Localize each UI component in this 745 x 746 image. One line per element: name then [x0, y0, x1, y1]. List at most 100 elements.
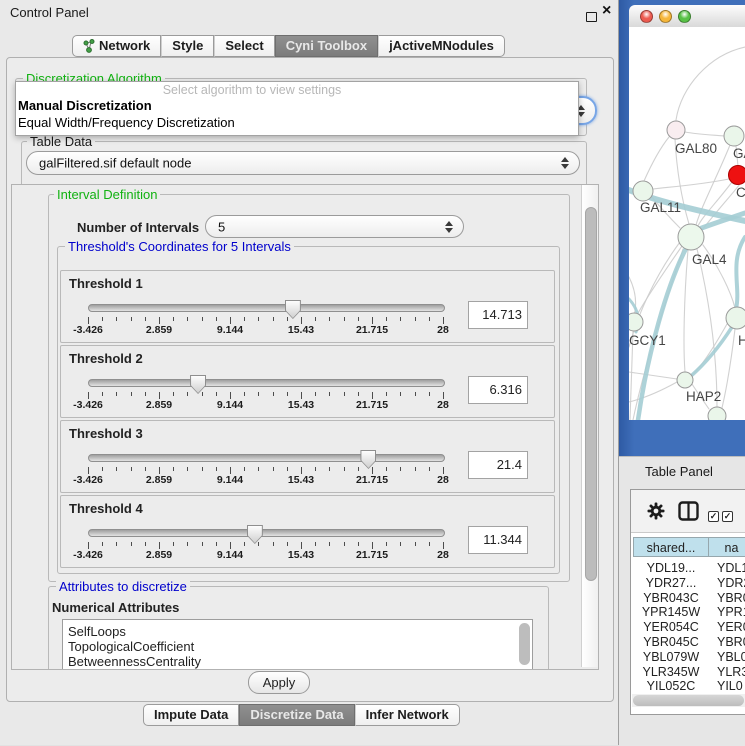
cell-name: YBR0 — [717, 591, 745, 606]
threshold-value-field[interactable]: 14.713 — [468, 301, 528, 329]
table-row[interactable]: YLR345WYLR3 — [633, 665, 745, 680]
algorithm-option[interactable]: Manual Discretization — [16, 98, 578, 115]
table-row[interactable]: YPR145WYPR1 — [633, 605, 745, 620]
bottom-tab-discretize-data[interactable]: Discretize Data — [239, 704, 354, 726]
slider-track[interactable] — [88, 304, 445, 312]
scrollbar-thumb[interactable] — [633, 695, 744, 706]
network-edge[interactable] — [685, 132, 724, 136]
tab-label: Discretize Data — [250, 705, 343, 725]
threshold-value-field[interactable]: 21.4 — [468, 451, 528, 479]
cell-shared-name: YIL052C — [633, 679, 709, 694]
table-row[interactable]: YBR045CYBR0 — [633, 635, 745, 650]
show-columns-checkboxes[interactable]: ✓✓ — [708, 506, 736, 524]
slider-track[interactable] — [88, 379, 445, 387]
slider-tick-label: -3.426 — [73, 549, 103, 561]
table-row[interactable]: YBL079WYBL0 — [633, 650, 745, 665]
attribute-item[interactable]: SelfLoops — [63, 624, 532, 639]
network-node[interactable] — [729, 166, 745, 185]
network-edge[interactable] — [653, 179, 729, 189]
threshold-value-field[interactable]: 11.344 — [468, 526, 528, 554]
network-icon — [83, 39, 95, 53]
network-edge[interactable] — [644, 137, 669, 181]
apply-button[interactable]: Apply — [248, 671, 310, 694]
table-row[interactable]: YDL19...YDL1 — [633, 561, 745, 576]
network-edge-highlighted[interactable] — [736, 237, 745, 309]
network-edge-highlighted[interactable] — [691, 327, 732, 376]
attributes-group-title: Attributes to discretize — [56, 579, 190, 594]
tab-cyni-toolbox[interactable]: Cyni Toolbox — [275, 35, 378, 57]
network-node[interactable] — [726, 307, 745, 329]
close-icon[interactable]: × — [602, 2, 611, 20]
table-row[interactable]: YBR043CYBR0 — [633, 591, 745, 606]
float-window-icon[interactable] — [586, 12, 597, 22]
network-edge[interactable] — [697, 249, 717, 407]
cell-name: YER0 — [717, 620, 745, 635]
slider-track[interactable] — [88, 454, 445, 462]
cell-name: YDR2 — [717, 576, 745, 591]
table-data-group-title: Table Data — [27, 134, 95, 149]
slider-tick-label: 2.859 — [146, 549, 172, 561]
network-edge[interactable] — [629, 372, 677, 379]
cell-shared-name: YBR045C — [633, 635, 709, 650]
numerical-attributes-list[interactable]: SelfLoopsTopologicalCoefficientBetweenne… — [62, 619, 533, 670]
algorithm-option[interactable]: Equal Width/Frequency Discretization — [16, 115, 578, 131]
mac-close-button[interactable] — [640, 10, 653, 23]
table-horizontal-scrollbar[interactable] — [632, 694, 745, 707]
gear-icon[interactable] — [647, 502, 665, 520]
tab-network[interactable]: Network — [72, 35, 161, 57]
network-node[interactable] — [724, 126, 744, 146]
network-canvas[interactable]: GAL80GACGAL11GAL4GCY1HHAP2 — [629, 27, 745, 420]
mac-minimize-button[interactable] — [659, 10, 672, 23]
table-row[interactable]: YER054CYER0 — [633, 620, 745, 635]
slider-tick-label: 15.43 — [288, 324, 314, 336]
table-row[interactable]: YIL052CYIL0 — [633, 679, 745, 694]
network-edge[interactable] — [629, 382, 677, 402]
panel-scrollbar-track[interactable] — [581, 185, 598, 667]
network-node-label: GAL11 — [640, 200, 681, 215]
num-intervals-label: Number of Intervals — [77, 220, 199, 235]
network-node[interactable] — [629, 313, 643, 331]
network-window-titlebar — [629, 5, 745, 28]
split-panel-icon[interactable] — [678, 501, 699, 521]
slider-tick-label: 15.43 — [288, 549, 314, 561]
algorithm-hint-item[interactable]: Select algorithm to view settings — [16, 82, 578, 98]
network-edge[interactable] — [676, 47, 745, 120]
slider-tick-label: 28 — [437, 324, 449, 336]
table-panel-window: Table Panel ✓✓ — [619, 456, 745, 746]
slider-tick-label: 9.144 — [217, 549, 243, 561]
cell-name: YDL1 — [717, 561, 745, 576]
bottom-tab-impute-data[interactable]: Impute Data — [143, 704, 239, 726]
num-intervals-spinner[interactable]: 5 — [205, 215, 464, 238]
bottom-tab-infer-network[interactable]: Infer Network — [355, 704, 460, 726]
threshold-value-field[interactable]: 6.316 — [468, 376, 528, 404]
table-row[interactable]: YDR27...YDR2 — [633, 576, 745, 591]
network-edge[interactable] — [684, 250, 688, 372]
network-node[interactable] — [677, 372, 693, 388]
cell-shared-name: YPR145W — [633, 605, 709, 620]
tab-style[interactable]: Style — [161, 35, 214, 57]
panel-scrollbar-thumb[interactable] — [585, 207, 597, 581]
threshold-label: Threshold 4 — [69, 501, 143, 516]
network-node[interactable] — [678, 224, 704, 250]
column-header-name[interactable]: na — [709, 537, 745, 557]
column-header-shared-name[interactable]: shared... — [633, 537, 709, 557]
attributes-scrollbar[interactable] — [519, 623, 530, 665]
attribute-item[interactable]: TopologicalCoefficient — [63, 639, 532, 654]
network-view-window[interactable]: GAL80GACGAL11GAL4GCY1HHAP2 — [619, 0, 745, 456]
network-node[interactable] — [667, 121, 685, 139]
slider-tick-label: 15.43 — [288, 399, 314, 411]
tab-select[interactable]: Select — [214, 35, 274, 57]
table-data-combobox[interactable]: galFiltered.sif default node — [26, 151, 580, 175]
tab-jactivemnodules[interactable]: jActiveMNodules — [378, 35, 505, 57]
num-intervals-value: 5 — [218, 219, 225, 234]
network-node[interactable] — [708, 407, 726, 420]
network-edge[interactable] — [692, 324, 727, 375]
mac-zoom-button[interactable] — [678, 10, 691, 23]
slider-ticks — [88, 467, 444, 475]
network-edge-highlighted[interactable] — [638, 243, 689, 420]
network-node[interactable] — [633, 181, 653, 201]
tab-label: Impute Data — [154, 705, 228, 725]
control-panel-window: Control Panel × NetworkStyleSelectCyni T… — [0, 0, 619, 745]
attribute-item[interactable]: BetweennessCentrality — [63, 654, 532, 669]
slider-track[interactable] — [88, 529, 445, 537]
